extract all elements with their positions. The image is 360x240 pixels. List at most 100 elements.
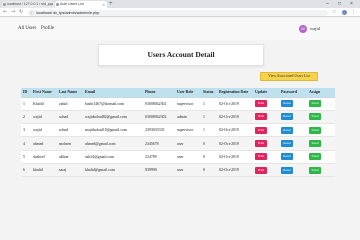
cell-last-name: mohsen	[57, 136, 83, 151]
cell-phone: 2393033335	[143, 123, 175, 138]
cell-email: sak34@gmail.com	[83, 150, 143, 164]
page-title: Users Account Detail	[147, 50, 215, 59]
assign-send-button[interactable]: Send	[309, 100, 321, 108]
back-icon[interactable]: ←	[3, 8, 7, 17]
plus-icon[interactable]: +	[109, 0, 113, 8]
table-row: 5 shakeel akhter sak34@gmail.com 234789 …	[21, 150, 335, 164]
star-icon[interactable]: ☆	[332, 8, 336, 17]
minimize-icon[interactable]: –	[326, 0, 329, 8]
reset-password-button[interactable]: Reset	[281, 166, 293, 174]
column-header: Registration Date	[217, 88, 253, 98]
cell-registration-date: 02-Oct-2019	[217, 97, 253, 111]
title-panel: Users Account Detail	[98, 44, 264, 66]
nav-profile[interactable]: Profile	[41, 18, 54, 40]
reset-password-button[interactable]: Reset	[281, 113, 293, 121]
edit-button[interactable]: Edit	[255, 140, 267, 148]
info-icon[interactable]: ⓘ	[30, 10, 34, 16]
close-window-icon[interactable]: ×	[350, 0, 353, 8]
reset-password-button[interactable]: Reset	[281, 100, 293, 108]
cell-phone: 839990	[143, 163, 175, 178]
column-header: Update	[253, 88, 279, 98]
cell-registration-date: 02-Oct-2019	[217, 136, 253, 151]
edit-button[interactable]: Edit	[255, 113, 267, 121]
column-header: ID	[21, 88, 31, 98]
table-row: 6 khalid saraj khalid@gmail.com 839990 u…	[21, 163, 335, 178]
cell-id: 2	[21, 110, 31, 125]
forward-icon[interactable]: →	[11, 8, 15, 17]
url-input[interactable]: ⓘ localhost/ dc_tps/admin/adminvie.php	[28, 9, 328, 16]
reset-password-button[interactable]: Reset	[281, 140, 293, 148]
nav-all-users[interactable]: All Users	[18, 18, 36, 40]
column-header: First Name	[31, 88, 57, 98]
reset-password-button[interactable]: Reset	[281, 126, 293, 134]
cell-first-name: Khalid	[31, 97, 57, 111]
cell-user-role: supervisor	[175, 123, 201, 138]
table-row: 4 ahmed mohsen ahmed@gmail.com 2345678 u…	[21, 136, 335, 151]
edit-button[interactable]: Edit	[255, 100, 267, 108]
cell-last-name: sohad	[57, 123, 83, 138]
maximize-icon[interactable]: □	[338, 0, 341, 8]
tab-favicon-icon	[56, 3, 59, 6]
browser-tab-active[interactable]: Auth Users List ×	[55, 1, 107, 8]
cell-status: 0	[201, 163, 217, 178]
cell-phone: 03008042302	[143, 97, 175, 111]
cell-registration-date: 02-Oct-2019	[217, 110, 253, 125]
assign-send-button[interactable]: Send	[309, 140, 321, 148]
close-icon[interactable]: ×	[50, 1, 52, 8]
app-navbar: All Users Profile W wajid	[0, 18, 360, 40]
assign-send-button[interactable]: Send	[309, 166, 321, 174]
table-row: 3 wajid sohad majidsohad10@gmail.com 239…	[21, 123, 335, 138]
reload-icon[interactable]: ↻	[19, 8, 23, 17]
cell-user-role: admin	[175, 110, 201, 125]
tab-favicon-icon	[3, 3, 6, 6]
cell-first-name: wajid	[31, 110, 57, 125]
cell-id: 5	[21, 150, 31, 164]
assign-send-button[interactable]: Send	[309, 113, 321, 121]
table-row: 2 wajid sohad wajidsohad82@gmail.com 030…	[21, 110, 335, 125]
column-header: Phone	[143, 88, 175, 98]
cell-registration-date: 02-Oct-2019	[217, 150, 253, 164]
cell-id: 1	[21, 97, 31, 111]
menu-icon[interactable]: ⋮	[351, 8, 356, 17]
cell-phone: 234789	[143, 150, 175, 164]
cell-user-role: user	[175, 163, 201, 178]
column-header: Status	[201, 88, 217, 98]
view-associated-users-button[interactable]: View Associated Users List	[260, 72, 318, 81]
assign-send-button[interactable]: Send	[309, 153, 321, 161]
column-header: Password	[279, 88, 307, 98]
edit-button[interactable]: Edit	[255, 166, 267, 174]
cell-first-name: wajid	[31, 123, 57, 138]
cell-status: 0	[201, 136, 217, 151]
cell-email: ahmed@gmail.com	[83, 136, 143, 151]
cell-last-name: sohad	[57, 110, 83, 125]
cell-id: 3	[21, 123, 31, 138]
assign-send-button[interactable]: Send	[309, 126, 321, 134]
cell-status: 1	[201, 110, 217, 125]
tab-label: Auth Users List	[60, 2, 84, 6]
browser-profile-icon[interactable]	[342, 10, 347, 15]
url-text: localhost/ dc_tps/admin/adminvie.php	[36, 10, 100, 15]
user-menu[interactable]: wajid	[310, 18, 320, 40]
tab-label: localhost / 127.0.0.1 / std_pcs	[7, 2, 54, 6]
cell-registration-date: 02-Oct-2019	[217, 123, 253, 138]
cell-email: majidsohad10@gmail.com	[83, 123, 143, 138]
cell-phone: 2345678	[143, 136, 175, 151]
edit-button[interactable]: Edit	[255, 126, 267, 134]
cell-user-role: user	[175, 136, 201, 151]
cell-last-name: akhter	[57, 150, 83, 164]
avatar[interactable]: W	[299, 25, 307, 33]
browser-tab-bar: localhost / 127.0.0.1 / std_pcs × Auth U…	[0, 0, 360, 8]
edit-button[interactable]: Edit	[255, 153, 267, 161]
cell-phone: 03008042302	[143, 110, 175, 125]
cell-id: 4	[21, 136, 31, 151]
cell-email: bashi1467@hotmail.com	[83, 97, 143, 111]
browser-tab[interactable]: localhost / 127.0.0.1 / std_pcs ×	[2, 1, 54, 8]
cell-status: 1	[201, 123, 217, 138]
address-bar: ← → ↻ ⓘ localhost/ dc_tps/admin/adminvie…	[0, 8, 360, 17]
close-icon[interactable]: ×	[103, 1, 105, 8]
reset-password-button[interactable]: Reset	[281, 153, 293, 161]
cell-last-name: saraj	[57, 163, 83, 178]
users-table: ID First Name Last Name Email Phone User…	[21, 88, 335, 178]
cell-id: 6	[21, 163, 31, 178]
cell-user-role: user	[175, 150, 201, 164]
